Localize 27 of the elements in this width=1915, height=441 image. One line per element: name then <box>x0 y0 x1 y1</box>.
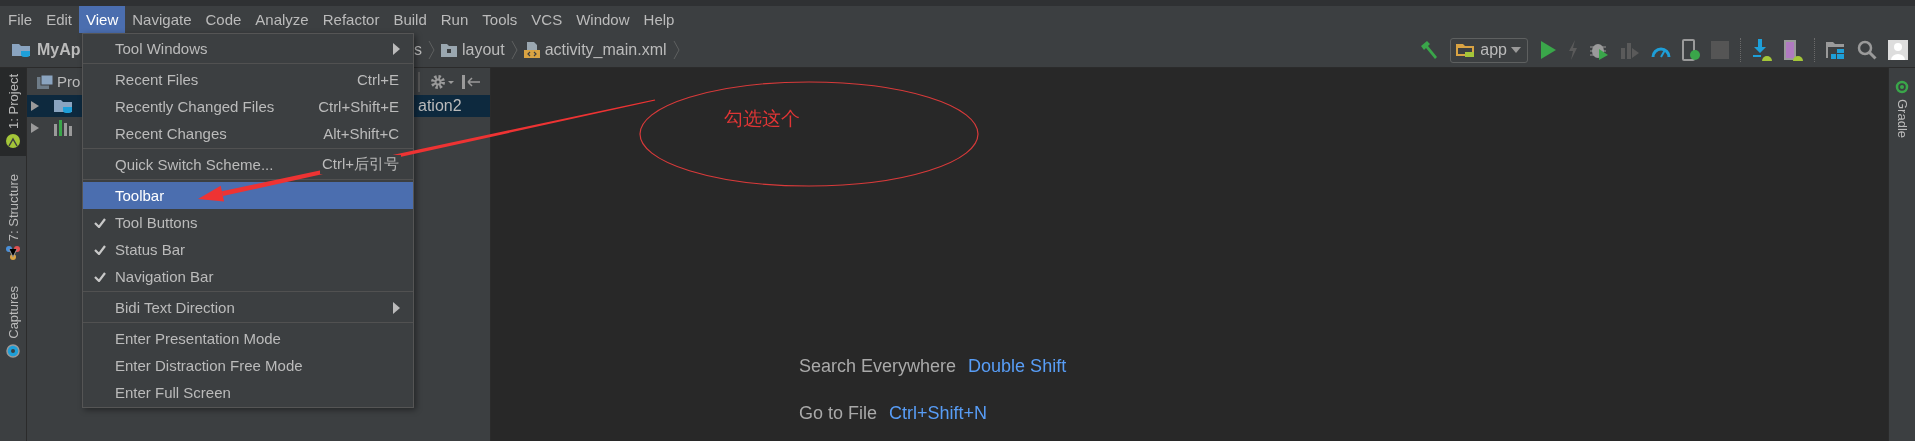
tab-label: Captures <box>5 286 21 339</box>
menu-entry-label: Recent Files <box>115 71 199 88</box>
shortcut-text: Double Shift <box>968 356 1067 377</box>
tab-label: 7: Structure <box>5 173 21 242</box>
hint-text: Search Everywhere <box>799 356 957 377</box>
annotation-text: 勾选这个 <box>724 106 800 131</box>
menu-entry-label: Enter Distraction Free Mode <box>115 357 303 374</box>
menu-entry-label: Bidi Text Direction <box>115 299 235 316</box>
hint-text: Go to File <box>799 403 878 424</box>
shortcut-text: Alt+Shift+C <box>321 125 401 142</box>
menu-entry-label: Tool Buttons <box>115 214 198 231</box>
shortcut-text: Ctrl+Shift+E <box>316 98 401 115</box>
tab-label: 1: Project <box>5 74 21 129</box>
menu-entry-label: Status Bar <box>115 241 186 258</box>
shortcut-text: Ctrl+Shift+N <box>889 403 988 424</box>
tab-label: Gradle <box>1894 99 1910 139</box>
shortcut-text: Ctrl+E <box>354 71 401 88</box>
menu-entry-label: Navigation Bar <box>115 268 214 285</box>
run-config-label: app <box>1480 41 1507 59</box>
menu-entry-label: Enter Full Screen <box>115 384 231 401</box>
menu-entry-label: Enter Presentation Mode <box>115 330 281 347</box>
shortcut-text: Ctrl+后引号 <box>319 155 401 174</box>
menu-entry-label: Recently Changed Files <box>115 98 275 115</box>
menu-entry-label: Tool Windows <box>115 40 208 57</box>
menu-entry-label: Toolbar <box>115 187 165 204</box>
menu-entry-label: Quick Switch Scheme... <box>115 156 274 173</box>
menu-entry-label: Recent Changes <box>115 125 227 142</box>
